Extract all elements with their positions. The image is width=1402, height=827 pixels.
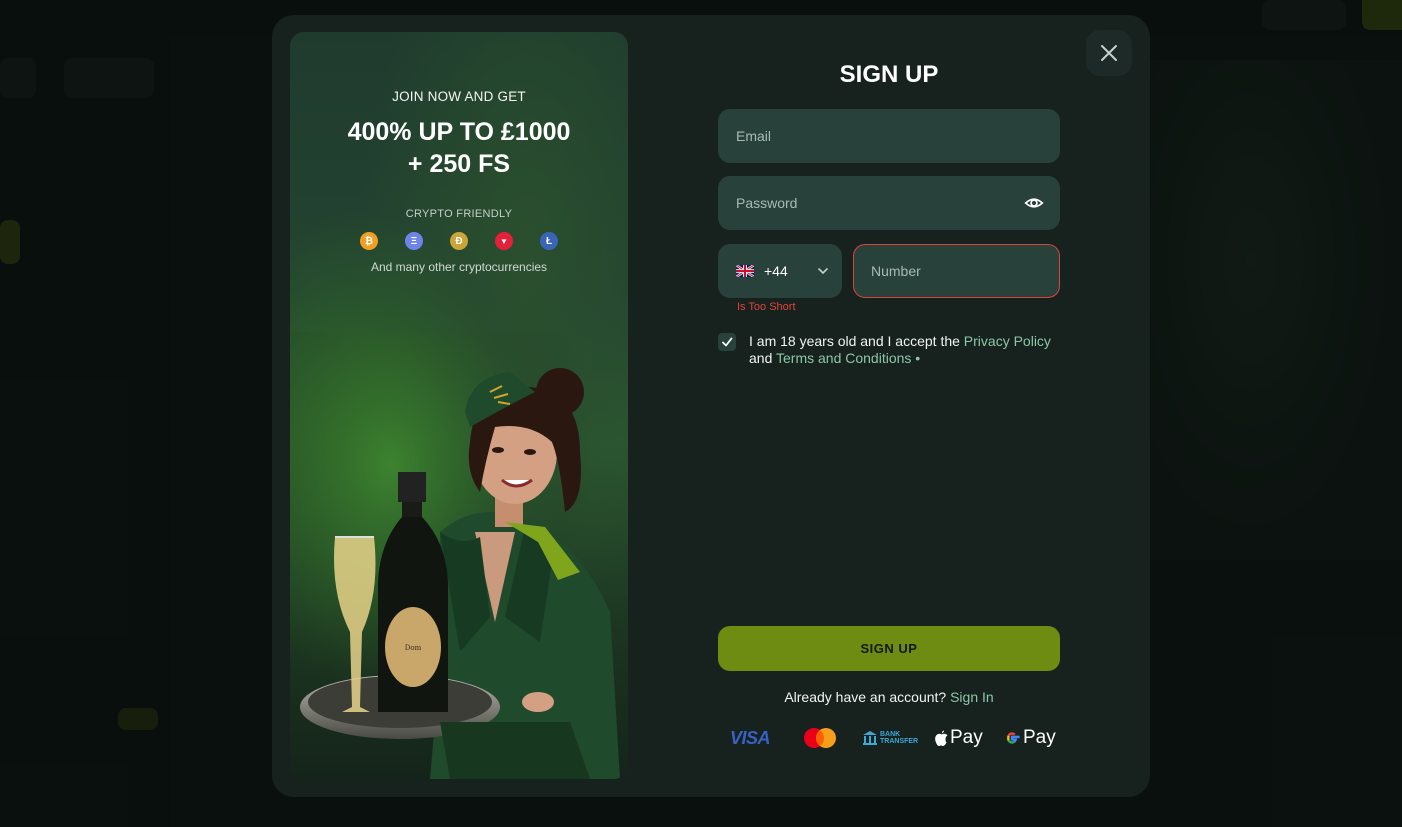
eye-icon[interactable] (1024, 193, 1044, 213)
already-account-text: Already have an account? Sign In (718, 689, 1060, 705)
terms-checkbox[interactable] (718, 333, 736, 351)
signup-modal: JOIN NOW AND GET 400% UP TO £1000 + 250 … (272, 15, 1150, 797)
bank-icon (863, 731, 877, 745)
visa-logo: VISA (730, 727, 771, 748)
crypto-coins: ₿ Ξ Ð ▼ Ł (290, 232, 628, 250)
country-code-select[interactable]: +44 (718, 244, 842, 298)
apple-pay-text: Pay (950, 727, 983, 748)
promo-offer-line2: + 250 FS (407, 150, 511, 178)
svg-text:Dom: Dom (405, 644, 422, 652)
signup-button[interactable]: SIGN UP (718, 626, 1060, 671)
bank-transfer-line2: TRANSFER (880, 738, 919, 745)
already-account-label: Already have an account? (784, 689, 951, 705)
google-icon (1007, 732, 1020, 744)
apple-icon (935, 730, 948, 746)
phone-number-input[interactable] (871, 263, 1042, 279)
terms-and: and (749, 350, 776, 366)
promo-offer-line1: 400% UP TO £1000 (347, 118, 571, 146)
terms-text-before: I am 18 years old and I accept the (749, 333, 964, 349)
google-pay-logo: Pay (1004, 723, 1056, 753)
password-input[interactable] (736, 195, 1042, 211)
stewardess-illustration: Dom (290, 332, 628, 779)
google-pay-text: Pay (1023, 727, 1056, 748)
terms-text: I am 18 years old and I accept the Priva… (749, 333, 1069, 367)
chevron-down-icon (818, 268, 828, 275)
crypto-more-text: And many other cryptocurrencies (370, 260, 548, 274)
country-code-value: +44 (764, 263, 788, 279)
ethereum-icon: Ξ (405, 232, 423, 250)
promo-headline: JOIN NOW AND GET (392, 89, 526, 104)
privacy-policy-link[interactable]: Privacy Policy (964, 333, 1051, 349)
promo-offer: 400% UP TO £1000 + 250 FS (290, 116, 628, 180)
terms-conditions-link[interactable]: Terms and Conditions (776, 350, 911, 366)
crypto-label: CRYPTO FRIENDLY (405, 208, 513, 220)
phone-number-field[interactable] (853, 244, 1060, 298)
sign-in-link[interactable]: Sign In (950, 689, 994, 705)
email-field[interactable] (718, 109, 1060, 163)
password-field[interactable] (718, 176, 1060, 230)
uk-flag-icon (736, 265, 754, 277)
dogecoin-icon: Ð (450, 232, 468, 250)
bitcoin-icon: ₿ (360, 232, 378, 250)
close-icon (1101, 45, 1117, 61)
promo-panel: JOIN NOW AND GET 400% UP TO £1000 + 250 … (290, 32, 628, 779)
bank-transfer-logo: BANK TRANSFER (862, 723, 918, 753)
payment-methods: VISA BANK TRANSFER Pay Pay (718, 723, 1060, 753)
litecoin-icon: Ł (540, 232, 558, 250)
close-button[interactable] (1086, 30, 1132, 76)
email-input[interactable] (736, 128, 1042, 144)
tron-icon: ▼ (495, 232, 513, 250)
required-marker: • (911, 350, 921, 366)
checkmark-icon (722, 337, 733, 347)
bank-transfer-line1: BANK (880, 731, 901, 738)
apple-pay-logo: Pay (934, 723, 983, 753)
phone-number-error: Is Too Short (737, 301, 796, 313)
mastercard-logo (802, 723, 838, 753)
page-title: SIGN UP (839, 61, 939, 88)
